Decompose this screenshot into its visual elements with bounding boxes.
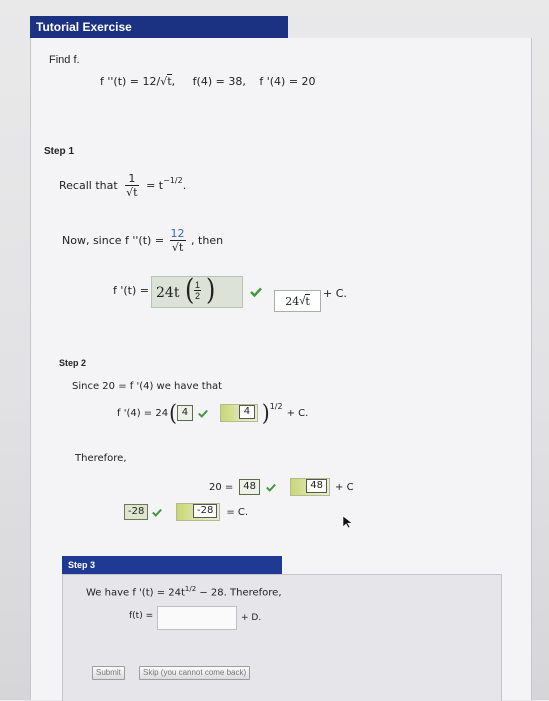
input-48b[interactable]: 48 [306,479,328,493]
skip-button[interactable]: Skip (you cannot come back) [139,666,251,680]
since-line: Since 20 = f '(4) we have that [72,381,223,392]
answer-48b-field[interactable]: 48 [290,478,331,496]
eq-left: f '(4) = 24 [117,407,169,419]
recall-exp: −1/2 [163,176,183,185]
answer-coef: 24 [285,294,300,308]
recall-line: Recall that 1 √t = t−1/2. [59,172,186,199]
check-icon [266,483,276,492]
recall-result: = t [146,179,164,192]
eq-exp: 1/2 [269,401,283,411]
step2-label: Step 2 [59,358,87,368]
paren-open-icon: ( [185,273,195,307]
therefore-label: Therefore, [75,453,127,464]
plus-c-step1: + C. [323,287,347,300]
step3-label: Step 3 [62,556,282,574]
now-fraction: 12 √t [169,227,186,254]
given-fp4: f '(4) = 20 [259,75,316,88]
fp-label: f '(t) = [113,284,150,297]
find-instruction: Find f. [49,54,80,66]
eq2-right: + C [335,481,354,493]
paren-close-icon: ) [206,273,216,307]
step1-label: Step 1 [44,146,75,157]
f-answer-input[interactable] [157,606,237,630]
recall-frac-num: 1 [125,172,139,186]
now-frac-den: t [178,240,184,254]
shaded-exp-num: 1 [194,280,202,291]
shaded-coef: 24t [156,285,180,301]
f-label: f(t) = [129,611,154,621]
eq2: 20 = 48 48 + C [209,478,354,496]
answer-neg28b-field[interactable]: -28 [176,503,221,521]
recall-end: . [182,179,187,192]
given-conditions: f ''(t) = 12/√t, f(4) = 38, f '(4) = 20 [100,74,316,88]
mouse-cursor-icon [342,515,353,529]
answer-sqrt-t: t [305,294,310,308]
now-suffix: , then [191,234,224,247]
eq2-left: 20 = [209,481,234,493]
we-have-tail: − 28. Therefore, [199,587,282,599]
sqrt-icon: √ [171,241,179,254]
input-48a[interactable]: 48 [239,479,261,495]
now-prefix: Now, since f ''(t) = [62,234,165,247]
now-since-line: Now, since f ''(t) = 12 √t , then [62,227,223,254]
now-frac-num: 12 [169,227,186,241]
input-4b[interactable]: 4 [238,405,255,419]
plus-d: + D. [241,613,262,623]
f4-equation: f '(4) = 24 ( 4 4 ) 1/2 + C. [117,400,309,426]
check-icon [198,409,208,418]
paren-close-icon: ) [261,399,270,427]
answer-box-fp[interactable]: 24 √ t [274,290,321,312]
input-4a[interactable]: 4 [176,405,193,421]
we-have: We have f '(t) = 24t [86,587,185,599]
submit-button[interactable]: Submit [92,666,125,680]
given-comma: , [171,75,176,88]
we-have-line: We have f '(t) = 24t1/2 − 28. Therefore, [86,585,282,598]
paren-open-icon: ( [169,399,177,427]
check-icon [250,287,262,297]
shaded-antiderivative: 24t ( 1 2 ) [151,273,243,308]
plus-c-step2: + C. [286,407,309,419]
given-f4: f(4) = 38, [192,75,246,88]
eq3-right: = C. [226,506,249,518]
eq3: -28 -28 = C. [124,503,248,521]
input-neg28a[interactable]: -28 [124,504,149,520]
recall-prefix: Recall that [59,179,118,192]
input-neg28b[interactable]: -28 [193,504,218,518]
check-icon [152,508,163,517]
given-fpp: f ''(t) = 12/ [100,75,161,88]
page-title: Tutorial Exercise [30,16,288,38]
answer-4b-field[interactable]: 4 [219,404,258,422]
shaded-exp-fraction: 1 2 [194,280,202,301]
shaded-exp-den: 2 [195,291,201,301]
recall-frac-den: t [133,185,138,199]
recall-fraction: 1 √t [125,172,139,199]
we-have-exp: 1/2 [184,585,197,593]
